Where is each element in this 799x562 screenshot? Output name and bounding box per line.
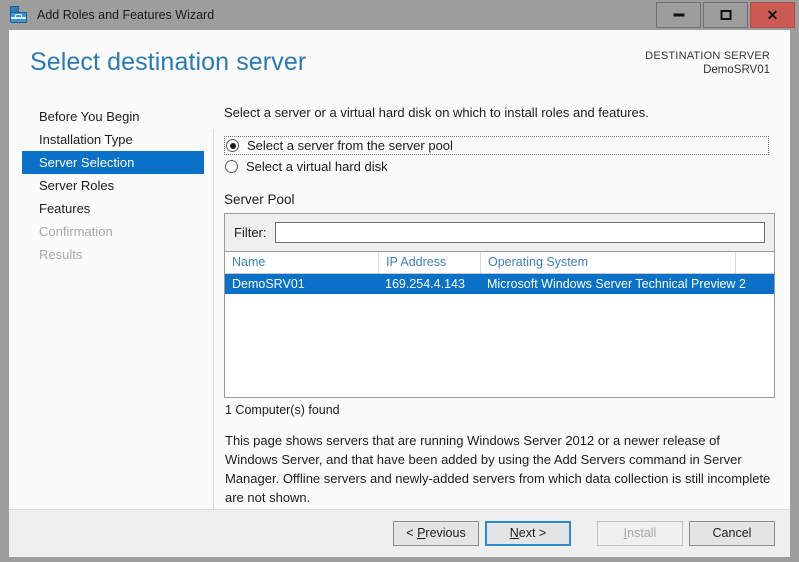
radio-virtual-hard-disk-label: Select a virtual hard disk: [246, 159, 388, 174]
close-button[interactable]: ✕: [750, 2, 795, 28]
next-button[interactable]: Next >: [485, 521, 571, 546]
table-row[interactable]: DemoSRV01 169.254.4.143 Microsoft Window…: [225, 274, 774, 294]
radio-server-pool-label: Select a server from the server pool: [247, 138, 453, 153]
footer-bar: < Previous Next > Install Cancel: [9, 509, 790, 557]
intro-text: Select a server or a virtual hard disk o…: [224, 105, 649, 120]
column-header-extra[interactable]: [735, 252, 774, 273]
footer-buttons: < Previous Next > Install Cancel: [387, 521, 775, 546]
sidebar-item-before-you-begin[interactable]: Before You Begin: [9, 105, 205, 128]
sidebar-item-installation-type[interactable]: Installation Type: [9, 128, 205, 151]
sidebar-item-server-selection[interactable]: Server Selection: [22, 151, 204, 174]
minimize-icon: [673, 13, 684, 17]
caption-buttons: ✕: [654, 2, 795, 28]
computers-found-text: 1 Computer(s) found: [225, 403, 340, 417]
main-content: Select a server or a virtual hard disk o…: [224, 105, 775, 507]
column-header-ip-address[interactable]: IP Address: [378, 252, 480, 273]
page-header: Select destination server DESTINATION SE…: [9, 30, 790, 93]
sidebar-item-features[interactable]: Features: [9, 197, 205, 220]
radio-server-pool-row[interactable]: Select a server from the server pool: [224, 136, 769, 155]
sidebar-item-server-roles[interactable]: Server Roles: [9, 174, 205, 197]
previous-button[interactable]: < Previous: [393, 521, 479, 546]
filter-bar: Filter:: [225, 214, 774, 252]
sidebar-divider: [213, 129, 214, 519]
destination-server-value: DemoSRV01: [703, 64, 770, 76]
install-button: Install: [597, 521, 683, 546]
close-icon: ✕: [766, 7, 779, 23]
server-pool-panel: Filter: Name IP Address Operating System…: [224, 213, 775, 398]
title-bar: Add Roles and Features Wizard ✕: [0, 0, 799, 30]
sidebar-item-results: Results: [39, 247, 83, 262]
radio-virtual-hard-disk-mark[interactable]: [225, 160, 238, 173]
window-title: Add Roles and Features Wizard: [37, 8, 215, 22]
filter-input[interactable]: [274, 222, 765, 243]
client-area: Select destination server DESTINATION SE…: [9, 30, 790, 557]
filter-label: Filter:: [234, 225, 267, 240]
title-bar-left: Add Roles and Features Wizard: [9, 4, 214, 26]
server-toolbox-icon: [9, 5, 29, 25]
maximize-icon: [720, 10, 731, 20]
server-table-header: Name IP Address Operating System: [225, 252, 774, 274]
radio-server-pool-mark[interactable]: [226, 139, 239, 152]
radio-virtual-hard-disk-row[interactable]: Select a virtual hard disk: [224, 157, 774, 176]
destination-server-block: DESTINATION SERVER DemoSRV01: [645, 49, 770, 77]
server-table-body: DemoSRV01 169.254.4.143 Microsoft Window…: [225, 274, 774, 397]
page-description: This page shows servers that are running…: [225, 433, 771, 505]
cell-operating-system: Microsoft Windows Server Technical Previ…: [487, 277, 746, 291]
cell-ip-address: 169.254.4.143: [385, 277, 465, 291]
minimize-button[interactable]: [656, 2, 701, 28]
maximize-button[interactable]: [703, 2, 748, 28]
destination-server-label: DESTINATION SERVER: [645, 50, 770, 62]
cell-name: DemoSRV01: [232, 277, 305, 291]
server-pool-heading: Server Pool: [224, 192, 295, 207]
wizard-steps-nav: Before You Begin Installation Type Serve…: [9, 105, 205, 266]
column-header-name[interactable]: Name: [225, 252, 378, 273]
sidebar-item-confirmation: Confirmation: [39, 224, 113, 239]
page-title: Select destination server: [30, 48, 307, 76]
cancel-button[interactable]: Cancel: [689, 521, 775, 546]
column-header-operating-system[interactable]: Operating System: [480, 252, 735, 273]
wizard-window: Add Roles and Features Wizard ✕ Select d…: [0, 0, 799, 562]
